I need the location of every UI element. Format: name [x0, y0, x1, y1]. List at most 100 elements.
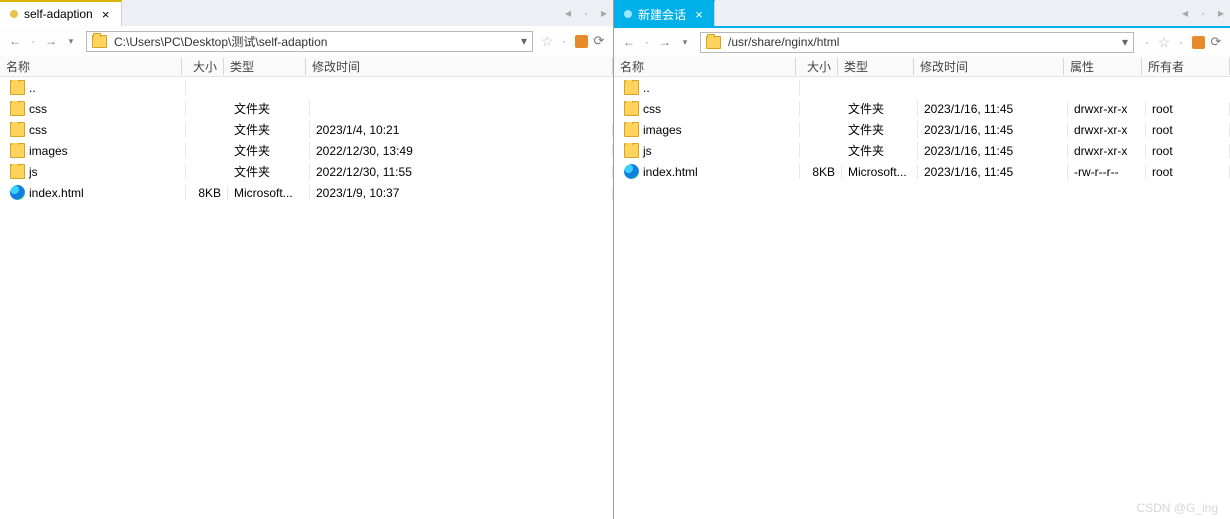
col-type[interactable]: 类型	[224, 58, 306, 75]
separator-icon: ·	[1140, 35, 1154, 49]
file-name: css	[29, 123, 47, 137]
file-attr: drwxr-xr-x	[1068, 102, 1146, 116]
folder-icon	[10, 80, 25, 95]
path-dropdown-icon[interactable]: ▾	[1117, 35, 1133, 49]
file-name: css	[643, 102, 661, 116]
forward-button[interactable]: →	[42, 32, 60, 50]
close-icon[interactable]: ×	[99, 7, 113, 21]
history-dropdown-icon[interactable]: ▾	[62, 32, 80, 50]
file-grid-right: 名称 大小 类型 修改时间 属性 所有者 ..css文件夹2023/1/16, …	[614, 56, 1230, 519]
path-text: C:\Users\PC\Desktop\测试\self-adaption	[112, 33, 516, 50]
folder-icon	[10, 143, 25, 158]
folder-icon	[624, 80, 639, 95]
file-date: 2023/1/16, 11:45	[918, 144, 1068, 158]
path-input[interactable]: /usr/share/nginx/html ▾	[700, 32, 1134, 53]
col-size[interactable]: 大小	[796, 58, 838, 75]
edge-icon	[10, 185, 25, 200]
home-icon[interactable]	[1190, 34, 1206, 50]
tab-next-icon[interactable]: ▸	[595, 6, 613, 20]
file-attr: -rw-r--r--	[1068, 165, 1146, 179]
tab-label: self-adaption	[24, 7, 93, 21]
refresh-icon[interactable]: ⟳	[591, 33, 607, 49]
table-row[interactable]: js文件夹2022/12/30, 11:55	[0, 161, 613, 182]
tab-prev-icon[interactable]: ◂	[559, 6, 577, 20]
col-name[interactable]: 名称	[614, 58, 796, 75]
file-name: ..	[29, 81, 36, 95]
favorite-icon[interactable]: ☆	[1156, 34, 1172, 50]
col-name[interactable]: 名称	[0, 58, 182, 75]
tab-scroll-left: ◂ · ▸	[559, 0, 613, 26]
back-button[interactable]: ←	[6, 32, 24, 50]
separator-icon: ·	[557, 34, 571, 48]
file-type: Microsoft...	[842, 165, 918, 179]
file-owner: root	[1146, 102, 1230, 116]
separator-icon: ·	[577, 6, 595, 20]
table-row[interactable]: css 文件夹2023/1/4, 10:21	[0, 119, 613, 140]
col-date[interactable]: 修改时间	[306, 58, 613, 75]
file-date: 2023/1/16, 11:45	[918, 165, 1068, 179]
file-type: 文件夹	[842, 100, 918, 117]
toolbar-right: ← · → ▾ /usr/share/nginx/html ▾ · ☆ · ⟳	[614, 26, 1230, 56]
table-row[interactable]: css 文件夹2023/1/16, 11:45drwxr-xr-xroot	[614, 98, 1230, 119]
table-row[interactable]: ..	[614, 77, 1230, 98]
file-attr: drwxr-xr-x	[1068, 144, 1146, 158]
table-row[interactable]: images文件夹2023/1/16, 11:45drwxr-xr-xroot	[614, 119, 1230, 140]
tab-new-session[interactable]: 新建会话 ×	[614, 0, 715, 26]
refresh-icon[interactable]: ⟳	[1208, 34, 1224, 50]
close-icon[interactable]: ×	[692, 7, 706, 21]
file-type: 文件夹	[228, 121, 310, 138]
table-row[interactable]: index.html 8KBMicrosoft...2023/1/9, 10:37	[0, 182, 613, 203]
path-text: /usr/share/nginx/html	[726, 35, 1117, 49]
file-date: 2023/1/4, 10:21	[310, 123, 613, 137]
col-attr[interactable]: 属性	[1064, 58, 1142, 75]
file-name: images	[29, 144, 68, 158]
edge-icon	[624, 164, 639, 179]
favorite-icon[interactable]: ☆	[539, 33, 555, 49]
file-type: 文件夹	[228, 163, 310, 180]
folder-icon	[10, 101, 25, 116]
file-size: 8KB	[186, 186, 228, 200]
tab-scroll-right: ◂ · ▸	[1176, 0, 1230, 26]
table-row[interactable]: js文件夹2023/1/16, 11:45drwxr-xr-xroot	[614, 140, 1230, 161]
tab-bar-left: self-adaption × ◂ · ▸	[0, 0, 613, 26]
col-type[interactable]: 类型	[838, 58, 914, 75]
folder-icon	[706, 36, 721, 49]
folder-icon	[10, 164, 25, 179]
table-row[interactable]: ..	[0, 77, 613, 98]
file-name: ..	[643, 81, 650, 95]
folder-icon	[10, 122, 25, 137]
back-button[interactable]: ←	[620, 33, 638, 51]
left-pane: self-adaption × ◂ · ▸ ← · → ▾ C:\Users\P…	[0, 0, 614, 519]
path-dropdown-icon[interactable]: ▾	[516, 34, 532, 48]
separator-icon: ·	[26, 34, 40, 48]
table-row[interactable]: index.html8KBMicrosoft...2023/1/16, 11:4…	[614, 161, 1230, 182]
table-row[interactable]: images文件夹2022/12/30, 13:49	[0, 140, 613, 161]
folder-icon	[624, 122, 639, 137]
file-grid-left: 名称 大小 类型 修改时间 ..css文件夹css文件夹2023/1/4, 10…	[0, 56, 613, 519]
history-dropdown-icon[interactable]: ▾	[676, 33, 694, 51]
file-name: css	[29, 102, 47, 116]
table-row[interactable]: css文件夹	[0, 98, 613, 119]
col-owner[interactable]: 所有者	[1142, 58, 1230, 75]
folder-icon	[624, 101, 639, 116]
col-size[interactable]: 大小	[182, 58, 224, 75]
tab-prev-icon[interactable]: ◂	[1176, 6, 1194, 20]
file-date: 2023/1/16, 11:45	[918, 102, 1068, 116]
file-type: Microsoft...	[228, 186, 310, 200]
col-date[interactable]: 修改时间	[914, 58, 1064, 75]
file-owner: root	[1146, 123, 1230, 137]
file-owner: root	[1146, 165, 1230, 179]
file-date: 2023/1/16, 11:45	[918, 123, 1068, 137]
forward-button[interactable]: →	[656, 33, 674, 51]
file-date: 2023/1/9, 10:37	[310, 186, 613, 200]
home-icon[interactable]	[573, 33, 589, 49]
column-header-row: 名称 大小 类型 修改时间	[0, 56, 613, 77]
tab-self-adaption[interactable]: self-adaption ×	[0, 0, 122, 26]
file-name: images	[643, 123, 682, 137]
tab-bar-right: 新建会话 × ◂ · ▸	[614, 0, 1230, 26]
tab-next-icon[interactable]: ▸	[1212, 6, 1230, 20]
separator-icon: ·	[1174, 35, 1188, 49]
tab-label: 新建会话	[638, 6, 686, 23]
path-input[interactable]: C:\Users\PC\Desktop\测试\self-adaption ▾	[86, 31, 533, 52]
file-name: index.html	[29, 186, 84, 200]
